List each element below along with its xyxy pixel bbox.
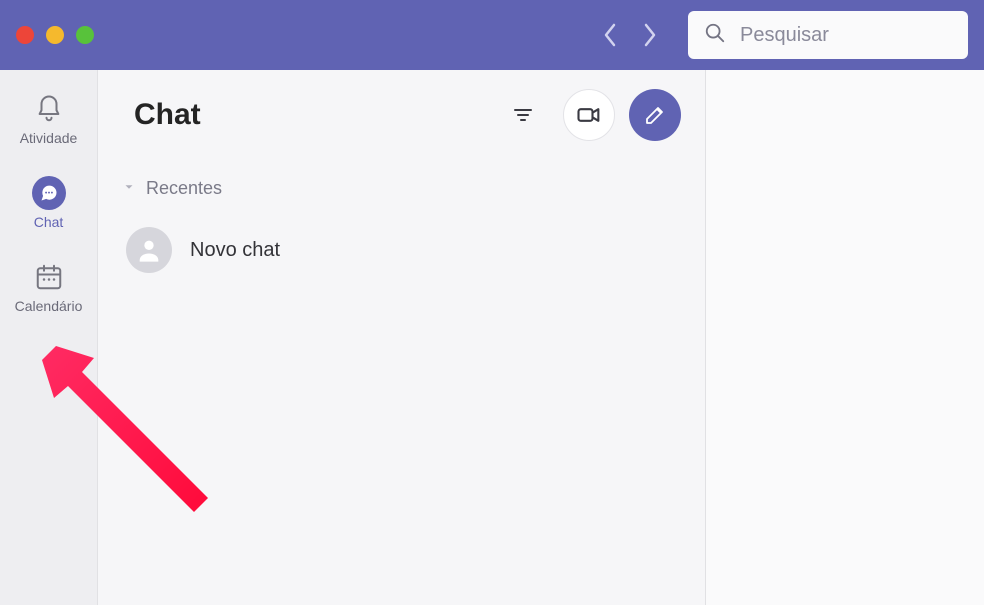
rail-label: Chat <box>34 214 64 230</box>
chat-item-label: Novo chat <box>190 239 280 262</box>
content-panel <box>706 70 984 605</box>
forward-button[interactable] <box>642 22 658 48</box>
calendar-icon <box>32 260 66 294</box>
window-controls <box>16 26 94 44</box>
search-input[interactable] <box>740 24 952 47</box>
maximize-window-button[interactable] <box>76 26 94 44</box>
back-button[interactable] <box>602 22 618 48</box>
chat-list-header: Chat <box>98 70 705 160</box>
minimize-window-button[interactable] <box>46 26 64 44</box>
filter-icon <box>511 103 535 127</box>
filter-button[interactable] <box>497 89 549 141</box>
history-nav <box>602 22 658 48</box>
chevron-down-icon <box>122 178 136 199</box>
app-rail: Atividade Chat Calendário <box>0 70 98 605</box>
rail-item-chat[interactable]: Chat <box>0 172 97 234</box>
chevron-left-icon <box>602 22 618 48</box>
chevron-right-icon <box>642 22 658 48</box>
rail-item-calendar[interactable]: Calendário <box>0 256 97 318</box>
chat-item[interactable]: Novo chat <box>110 213 693 287</box>
search-box[interactable] <box>688 11 968 59</box>
search-icon <box>704 22 726 49</box>
compose-icon <box>643 103 667 127</box>
person-icon <box>135 236 163 264</box>
rail-label: Atividade <box>20 130 78 146</box>
chat-icon <box>32 176 66 210</box>
video-icon <box>575 101 603 129</box>
rail-item-activity[interactable]: Atividade <box>0 88 97 150</box>
rail-label: Calendário <box>15 298 83 314</box>
titlebar <box>0 0 984 70</box>
chat-list-panel: Chat Recentes Novo chat <box>98 70 706 605</box>
section-recent[interactable]: Recentes <box>98 160 705 207</box>
meet-now-button[interactable] <box>563 89 615 141</box>
close-window-button[interactable] <box>16 26 34 44</box>
section-label-text: Recentes <box>146 178 222 199</box>
bell-icon <box>32 92 66 126</box>
chat-list: Novo chat <box>98 207 705 293</box>
new-chat-button[interactable] <box>629 89 681 141</box>
avatar <box>126 227 172 273</box>
chat-list-title: Chat <box>134 98 201 132</box>
